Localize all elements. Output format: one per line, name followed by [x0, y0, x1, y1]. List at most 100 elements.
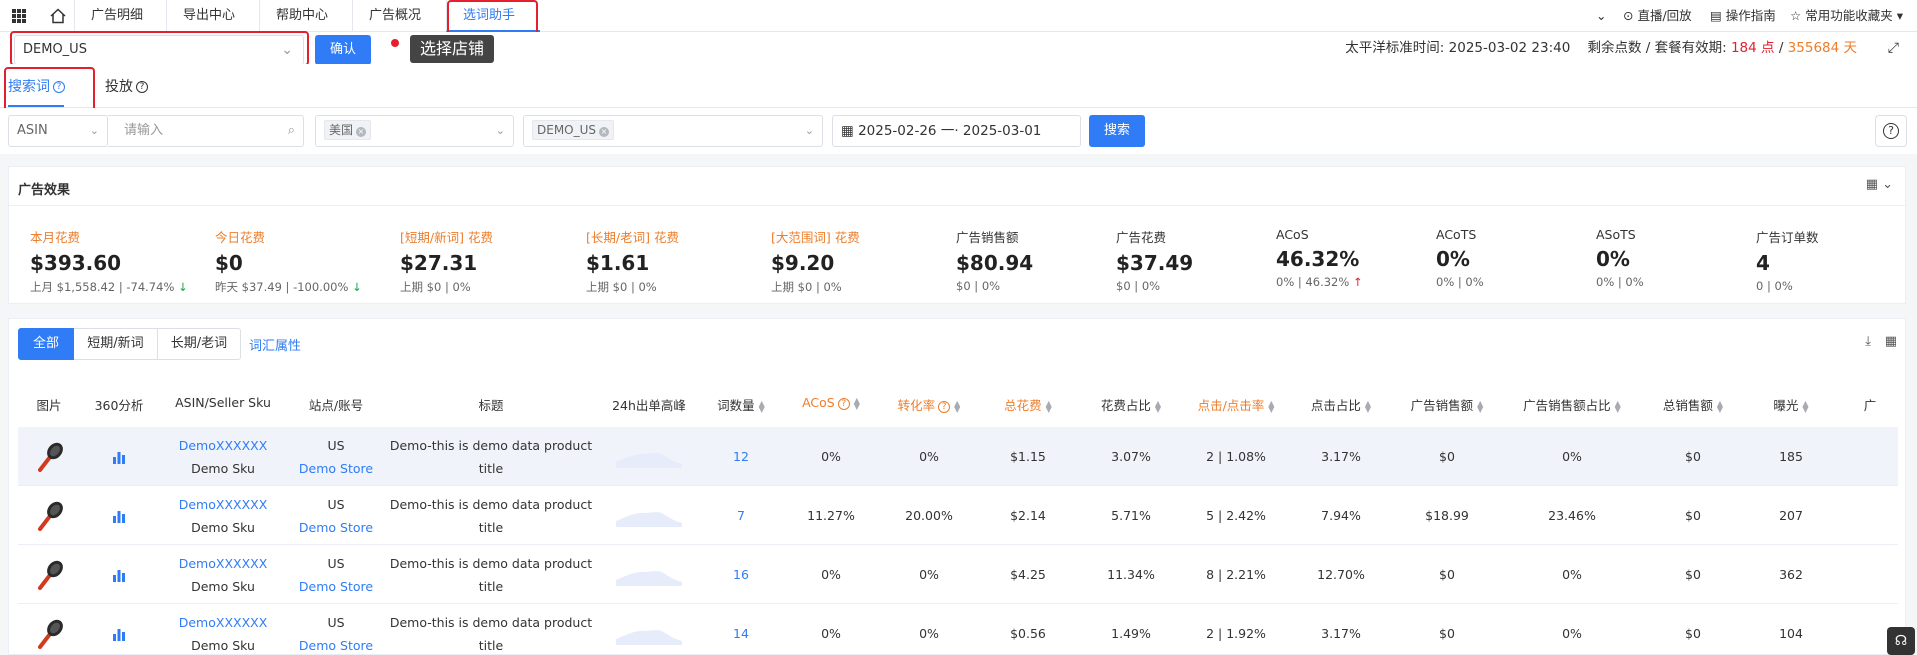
sort-icon[interactable]: ▲ ▼ [1268, 399, 1274, 413]
column-header[interactable]: 点击/点击率 ▲ ▼ [1184, 395, 1288, 414]
subtab-search-terms[interactable]: 搜索词? [8, 76, 65, 96]
column-header[interactable]: 总销售额 ▲ ▼ [1644, 395, 1742, 414]
bar-chart-icon[interactable] [112, 450, 126, 464]
word-count-link[interactable]: 7 [737, 504, 745, 527]
metric-compare: 0 | 0% [1756, 279, 1793, 293]
seller-sku: Demo Sku [191, 637, 255, 653]
word-count-link[interactable]: 16 [733, 563, 749, 586]
fullscreen-icon[interactable]: ⤢ [1888, 40, 1899, 56]
vocab-attributes-link[interactable]: 词汇属性 [249, 335, 301, 354]
sort-icon[interactable]: ▲ ▼ [854, 396, 860, 410]
metric-compare: $0 | 0% [1116, 279, 1161, 293]
guide-link[interactable]: ▤ 操作指南 [1710, 0, 1776, 32]
column-header: 站点/账号 [288, 395, 384, 414]
sort-icon[interactable]: ▲ ▼ [1717, 399, 1723, 413]
home-icon[interactable] [48, 6, 68, 26]
product-thumbnail[interactable] [32, 558, 66, 592]
subtab-targeting-label: 投放 [105, 79, 133, 95]
column-header[interactable]: ACoS? ▲ ▼ [782, 395, 880, 410]
search-type-select[interactable]: ASIN ⌄ [8, 115, 108, 147]
sort-icon[interactable]: ▲ ▼ [1477, 399, 1483, 413]
subtab-targeting[interactable]: 投放? [105, 76, 148, 96]
spend-ratio-value: 1.49% [1111, 626, 1151, 641]
column-header[interactable]: 广告销售额占比 ▲ ▼ [1500, 395, 1644, 414]
column-settings-icon[interactable]: ▦ ⌄ [1866, 177, 1893, 192]
spend-ratio-value: 11.34% [1107, 567, 1155, 582]
product-thumbnail[interactable] [32, 617, 66, 651]
segment-short-term[interactable]: 短期/新词 [74, 328, 158, 360]
confirm-button[interactable]: 确认 [315, 35, 371, 65]
column-header-label: 360分析 [94, 398, 144, 413]
column-header[interactable]: 词数量 ▲ ▼ [700, 395, 782, 414]
product-title-line: title [478, 578, 504, 594]
question-icon: ? [938, 400, 951, 413]
account-link[interactable]: Demo Store [299, 634, 373, 655]
sort-icon[interactable]: ▲ ▼ [1155, 399, 1161, 413]
product-thumbnail[interactable] [32, 499, 66, 533]
segment-long-term[interactable]: 长期/老词 [158, 328, 241, 360]
column-header[interactable]: 曝光 ▲ ▼ [1742, 395, 1840, 414]
tab-keyword-assistant[interactable]: 选词助手 [446, 0, 540, 32]
sort-icon[interactable]: ▲ ▼ [1046, 399, 1052, 413]
analysis-cell[interactable] [80, 604, 158, 654]
search-button[interactable]: 搜索 [1089, 115, 1145, 147]
bar-chart-icon[interactable] [112, 509, 126, 523]
metric-subtext: 0% | 0% [1436, 275, 1484, 289]
live-replay-link[interactable]: ⊙ 直播/回放 [1623, 0, 1692, 32]
download-icon[interactable]: ⤓ [1865, 334, 1871, 349]
account-link[interactable]: Demo Store [299, 516, 373, 539]
sort-icon[interactable]: ▲ ▼ [1365, 399, 1371, 413]
column-header-label: 词数量 [717, 398, 755, 413]
store-select[interactable]: DEMO_US ⌄ [14, 35, 304, 65]
column-header[interactable]: 转化率? ▲ ▼ [880, 395, 978, 414]
store-filter-select[interactable]: DEMO_US × ⌄ [523, 115, 823, 147]
customer-service-icon[interactable]: ☊ [1887, 627, 1915, 655]
favorites-menu[interactable]: ☆ 常用功能收藏夹 ▾ [1790, 0, 1903, 32]
impressions-value-cell: 185 [1742, 427, 1840, 486]
product-image-cell[interactable] [18, 545, 80, 604]
product-image-cell[interactable] [18, 604, 80, 654]
date-range-picker[interactable]: ▦ 2025-02-26 一· 2025-03-01 [832, 115, 1081, 147]
peak-hours-cell [598, 604, 700, 654]
search-input[interactable]: 请输入 ⌕ [108, 115, 304, 147]
column-header[interactable]: 点击占比 ▲ ▼ [1288, 395, 1394, 414]
product-image-cell[interactable] [18, 486, 80, 545]
tab-export-center[interactable]: 导出中心 [166, 0, 273, 32]
tab-help-center[interactable]: 帮助中心 [259, 0, 352, 32]
column-header[interactable]: 广告销售额 ▲ ▼ [1394, 395, 1500, 414]
sort-icon[interactable]: ▲ ▼ [1802, 399, 1808, 413]
sort-icon[interactable]: ▲ ▼ [954, 399, 960, 413]
apps-grid-icon[interactable] [12, 9, 26, 23]
guide-label: 操作指南 [1725, 8, 1776, 23]
asin-link[interactable]: DemoXXXXXX [179, 611, 268, 634]
country-select[interactable]: 美国 × ⌄ [315, 115, 514, 147]
analysis-cell[interactable] [80, 486, 158, 545]
collapse-chevron-icon[interactable]: ⌄ [1596, 0, 1606, 32]
chip-close-icon[interactable]: × [599, 126, 610, 137]
bar-chart-icon[interactable] [112, 627, 126, 641]
product-thumbnail[interactable] [32, 440, 66, 474]
segment-all[interactable]: 全部 [18, 328, 74, 360]
tab-ad-overview[interactable]: 广告概况 [352, 0, 446, 32]
sort-icon[interactable]: ▲ ▼ [759, 399, 765, 413]
asin-link[interactable]: DemoXXXXXX [179, 552, 268, 575]
asin-link[interactable]: DemoXXXXXX [179, 434, 268, 457]
word-count-link[interactable]: 14 [733, 622, 749, 645]
analysis-cell[interactable] [80, 427, 158, 486]
help-icon[interactable]: ? [1875, 115, 1907, 147]
product-image-cell[interactable] [18, 427, 80, 486]
column-header[interactable]: 总花费 ▲ ▼ [978, 395, 1078, 414]
analysis-cell[interactable] [80, 545, 158, 604]
metric-compare: 上月 $1,558.42 | -74.74% [30, 280, 175, 294]
chip-close-icon[interactable]: × [356, 126, 367, 137]
account-link[interactable]: Demo Store [299, 575, 373, 598]
country-chip-label: 美国 [329, 122, 354, 137]
account-link[interactable]: Demo Store [299, 457, 373, 480]
column-header-label: 标题 [478, 398, 504, 413]
column-header[interactable]: 花费占比 ▲ ▼ [1078, 395, 1184, 414]
sort-icon[interactable]: ▲ ▼ [1615, 399, 1621, 413]
word-count-link[interactable]: 12 [733, 445, 749, 468]
table-settings-icon[interactable]: ▦ [1885, 334, 1897, 349]
bar-chart-icon[interactable] [112, 568, 126, 582]
asin-link[interactable]: DemoXXXXXX [179, 493, 268, 516]
